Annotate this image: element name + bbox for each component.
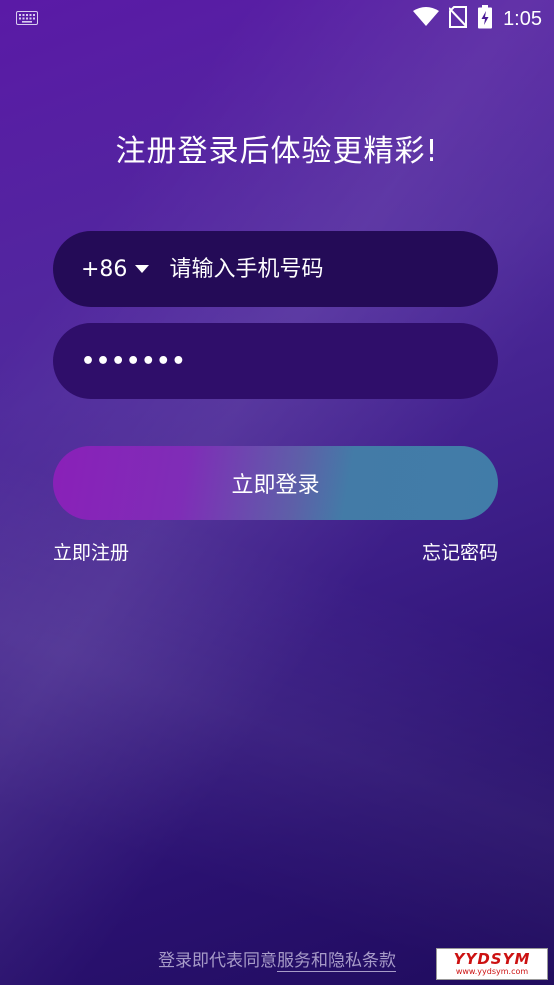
no-sim-icon <box>448 6 468 32</box>
keyboard-icon <box>16 10 38 29</box>
phone-input[interactable] <box>169 256 470 282</box>
wifi-icon <box>413 7 440 31</box>
status-bar: 1:05 <box>0 0 554 38</box>
caret-down-icon <box>135 265 150 273</box>
page-title: 注册登录后体验更精彩! <box>115 134 439 169</box>
agreement-prefix: 登录即代表同意 <box>158 951 277 971</box>
forgot-password-link[interactable]: 忘记密码 <box>422 538 498 565</box>
battery-charging-icon <box>477 5 493 33</box>
terms-link[interactable]: 服务和隐私条款 <box>277 951 396 972</box>
watermark-logo: YYDSYM www.yydsym.com <box>436 948 548 980</box>
country-code-label: +86 <box>81 256 128 282</box>
watermark-brand: YYDSYM <box>453 950 531 968</box>
watermark-url: www.yydsym.com <box>455 967 529 976</box>
phone-field: +86 <box>53 231 498 307</box>
register-link[interactable]: 立即注册 <box>53 538 129 565</box>
password-input[interactable]: ••••••• <box>81 349 186 374</box>
status-time: 1:05 <box>503 7 542 30</box>
login-button[interactable]: 立即登录 <box>53 446 498 520</box>
country-code-selector[interactable]: +86 <box>81 256 150 282</box>
password-field[interactable]: ••••••• <box>53 323 498 399</box>
